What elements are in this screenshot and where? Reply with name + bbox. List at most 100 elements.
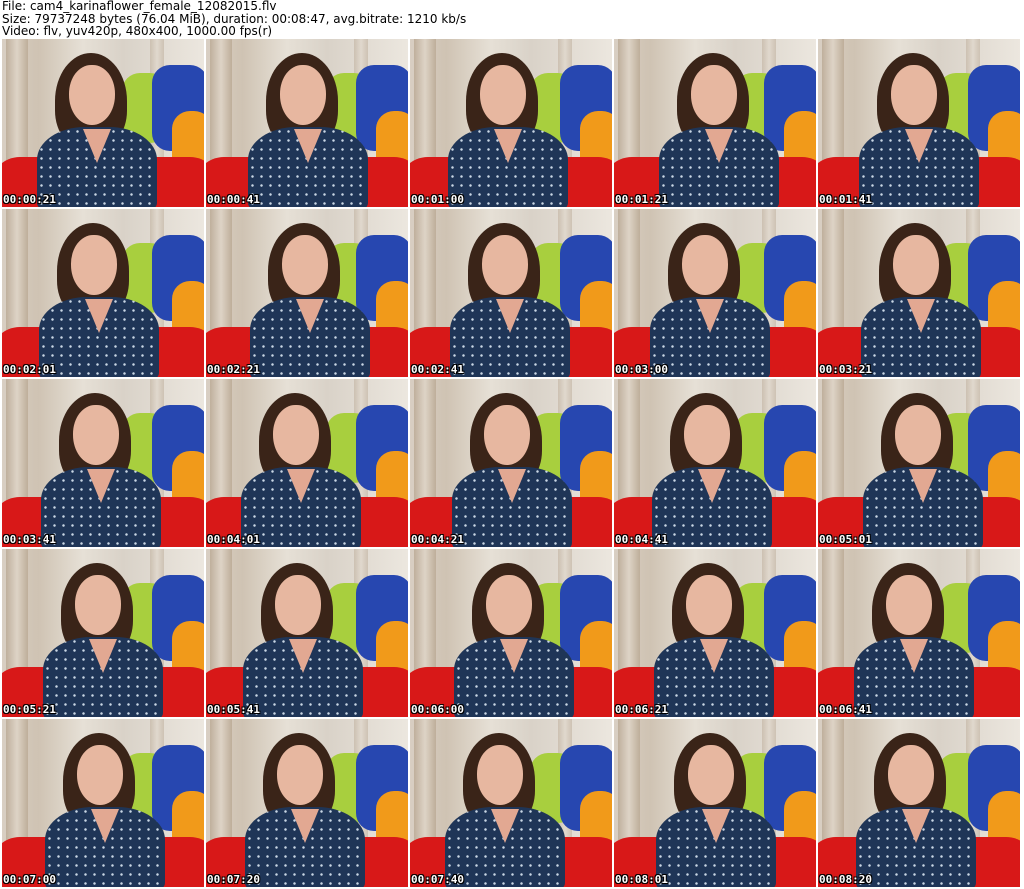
face: [688, 745, 734, 805]
shirt-neckline: [698, 469, 726, 503]
video-thumbnail: 00:07:40: [410, 719, 612, 887]
face: [480, 65, 526, 125]
shirt-neckline: [500, 639, 528, 673]
face: [886, 575, 932, 635]
video-thumbnail: 00:06:21: [614, 549, 816, 717]
file-info-header: File: cam4_karinaflower_female_12082015.…: [2, 0, 1022, 38]
thumbnail-timestamp: 00:06:21: [615, 703, 668, 716]
video-thumbnail: 00:05:01: [818, 379, 1020, 547]
shirt-neckline: [909, 469, 937, 503]
shirt-neckline: [496, 299, 524, 333]
face: [280, 65, 326, 125]
shirt-neckline: [289, 639, 317, 673]
face: [691, 65, 737, 125]
shirt-neckline: [498, 469, 526, 503]
face: [273, 405, 319, 465]
face: [77, 745, 123, 805]
thumbnail-timestamp: 00:02:21: [207, 363, 260, 376]
face: [893, 235, 939, 295]
video-info-line: Video: flv, yuv420p, 480x400, 1000.00 fp…: [2, 24, 273, 38]
video-thumbnail: 00:06:00: [410, 549, 612, 717]
shirt-neckline: [700, 639, 728, 673]
video-thumbnail: 00:01:41: [818, 39, 1020, 207]
face: [275, 575, 321, 635]
video-thumbnail: 00:03:21: [818, 209, 1020, 377]
thumbnail-timestamp: 00:01:21: [615, 193, 668, 206]
video-thumbnail: 00:00:41: [206, 39, 408, 207]
video-thumbnail: 00:02:01: [2, 209, 204, 377]
face: [888, 745, 934, 805]
face: [891, 65, 937, 125]
face: [684, 405, 730, 465]
video-thumbnail: 00:04:01: [206, 379, 408, 547]
video-thumbnail: 00:05:21: [2, 549, 204, 717]
video-thumbnail: 00:03:00: [614, 209, 816, 377]
shirt-neckline: [902, 809, 930, 843]
face: [282, 235, 328, 295]
video-thumbnail: 00:03:41: [2, 379, 204, 547]
video-thumbnail: 00:02:41: [410, 209, 612, 377]
thumbnail-timestamp: 00:03:00: [615, 363, 668, 376]
shirt-neckline: [702, 809, 730, 843]
face: [69, 65, 115, 125]
shirt-neckline: [83, 129, 111, 163]
shirt-neckline: [296, 299, 324, 333]
thumbnail-timestamp: 00:00:21: [3, 193, 56, 206]
shirt-neckline: [705, 129, 733, 163]
face: [895, 405, 941, 465]
thumbnail-timestamp: 00:06:00: [411, 703, 464, 716]
thumbnail-timestamp: 00:04:21: [411, 533, 464, 546]
video-thumbnail: 00:00:21: [2, 39, 204, 207]
shirt-neckline: [287, 469, 315, 503]
shirt-neckline: [87, 469, 115, 503]
thumbnail-timestamp: 00:04:01: [207, 533, 260, 546]
face: [71, 235, 117, 295]
shirt-neckline: [294, 129, 322, 163]
thumbnail-timestamp: 00:03:41: [3, 533, 56, 546]
thumbnail-timestamp: 00:00:41: [207, 193, 260, 206]
thumbnail-timestamp: 00:08:20: [819, 873, 872, 886]
thumbnail-grid: 00:00:21 00:00:41 00:01:00 00:01:21 00:0…: [2, 39, 1022, 889]
shirt-neckline: [491, 809, 519, 843]
thumbnail-timestamp: 00:03:21: [819, 363, 872, 376]
video-thumbnail: 00:08:01: [614, 719, 816, 887]
shirt-neckline: [91, 809, 119, 843]
thumbnail-timestamp: 00:07:20: [207, 873, 260, 886]
face: [484, 405, 530, 465]
video-thumbnail: 00:08:20: [818, 719, 1020, 887]
thumbnail-timestamp: 00:07:00: [3, 873, 56, 886]
video-thumbnail: 00:07:00: [2, 719, 204, 887]
face: [73, 405, 119, 465]
shirt-neckline: [696, 299, 724, 333]
video-thumbnail: 00:04:41: [614, 379, 816, 547]
face: [277, 745, 323, 805]
thumbnail-timestamp: 00:04:41: [615, 533, 668, 546]
face: [682, 235, 728, 295]
thumbnail-timestamp: 00:02:41: [411, 363, 464, 376]
face: [486, 575, 532, 635]
shirt-neckline: [89, 639, 117, 673]
video-thumbnail: 00:07:20: [206, 719, 408, 887]
video-thumbnail: 00:06:41: [818, 549, 1020, 717]
thumbnail-timestamp: 00:05:01: [819, 533, 872, 546]
thumbnail-timestamp: 00:01:00: [411, 193, 464, 206]
face: [686, 575, 732, 635]
face: [75, 575, 121, 635]
shirt-neckline: [291, 809, 319, 843]
shirt-neckline: [905, 129, 933, 163]
thumbnail-timestamp: 00:05:41: [207, 703, 260, 716]
thumbnail-timestamp: 00:02:01: [3, 363, 56, 376]
shirt-neckline: [494, 129, 522, 163]
face: [482, 235, 528, 295]
thumbnail-timestamp: 00:05:21: [3, 703, 56, 716]
shirt-neckline: [907, 299, 935, 333]
video-thumbnail: 00:01:21: [614, 39, 816, 207]
video-thumbnail: 00:02:21: [206, 209, 408, 377]
shirt-neckline: [85, 299, 113, 333]
video-thumbnail: 00:05:41: [206, 549, 408, 717]
thumbnail-timestamp: 00:01:41: [819, 193, 872, 206]
video-thumbnail: 00:01:00: [410, 39, 612, 207]
video-thumbnail: 00:04:21: [410, 379, 612, 547]
file-name-line: File: cam4_karinaflower_female_12082015.…: [2, 0, 277, 13]
thumbnail-timestamp: 00:08:01: [615, 873, 668, 886]
